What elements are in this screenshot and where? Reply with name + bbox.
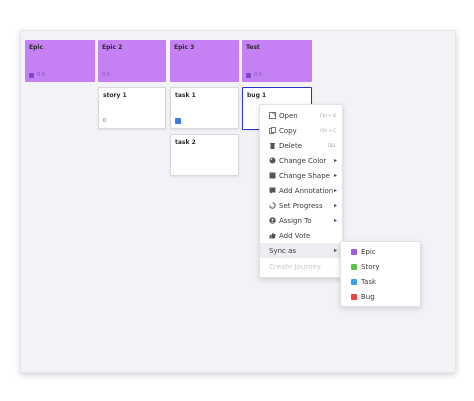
submenu-item-epic[interactable]: Epic [341,244,420,259]
annotation-icon [269,187,276,194]
progress-icon [269,202,276,209]
card-task-2[interactable]: task 2 [170,134,239,176]
epic-icon [351,248,357,255]
submenu-item-story[interactable]: Story [341,259,420,274]
user-icon [269,217,276,224]
menu-item-open[interactable]: Open Ctrl + O [260,108,342,123]
card-meta [175,118,181,124]
card-title: Epic [29,44,44,51]
chevron-right-icon: ▸ [333,157,337,164]
card-epic-3[interactable]: Epic 3 [170,40,239,82]
bug-icon [351,293,357,300]
open-icon [269,112,276,119]
chevron-right-icon: ▸ [333,247,337,254]
menu-item-create-journey: Create Journey [269,262,321,271]
submenu-item-task[interactable]: Task [341,274,420,289]
story-map-board: Epic 0.0 Epic 2 0.0 Epic 3 Test 0.0 stor… [20,30,456,373]
menu-item-delete[interactable]: Delete DEL [260,138,342,153]
card-title: task 2 [175,139,196,146]
menu-item-add-annotation[interactable]: Add Annotation ▸ [260,183,342,198]
shape-icon [269,172,276,179]
card-meta: 0 [103,118,107,124]
story-icon [351,263,357,270]
menu-item-change-shape[interactable]: Change Shape ▸ [260,168,342,183]
menu-item-copy[interactable]: Copy Ctrl + C [260,123,342,138]
thumbs-up-icon [269,232,276,239]
menu-item-sync-as[interactable]: Sync as ▸ [260,243,342,258]
card-title: Epic 3 [174,44,195,51]
palette-icon [269,157,276,164]
chevron-right-icon: ▸ [333,217,337,224]
card-title: bug 1 [247,92,267,99]
context-menu: Open Ctrl + O Copy Ctrl + C Delete DEL C… [259,104,343,278]
menu-item-add-vote[interactable]: Add Vote [260,228,342,243]
trash-icon [269,142,276,149]
copy-icon [269,127,276,134]
card-title: Test [246,44,260,51]
card-title: task 1 [175,92,196,99]
epic-type-icon [246,72,251,78]
submenu-item-bug[interactable]: Bug [341,289,420,304]
chevron-right-icon: ▸ [333,202,337,209]
menu-item-assign-to[interactable]: Assign To ▸ [260,213,342,228]
card-title: story 1 [103,92,127,99]
card-test[interactable]: Test 0.0 [242,40,312,82]
menu-item-set-progress[interactable]: Set Progress ▸ [260,198,342,213]
task-icon [351,278,357,285]
epic-type-icon [29,72,34,78]
chevron-right-icon: ▸ [333,172,337,179]
card-story-1[interactable]: story 1 0 [98,87,166,129]
card-title: Epic 2 [102,44,123,51]
card-meta: 0.0 [102,72,110,78]
card-meta: 0.0 [29,72,45,78]
card-epic[interactable]: Epic 0.0 [25,40,95,82]
card-task-1[interactable]: task 1 [170,87,239,129]
chevron-right-icon: ▸ [333,187,337,194]
card-epic-2[interactable]: Epic 2 0.0 [98,40,166,82]
task-type-icon [175,118,181,124]
menu-item-change-color[interactable]: Change Color ▸ [260,153,342,168]
card-meta: 0.0 [246,72,262,78]
sync-as-submenu: Epic Story Task Bug [340,241,421,307]
